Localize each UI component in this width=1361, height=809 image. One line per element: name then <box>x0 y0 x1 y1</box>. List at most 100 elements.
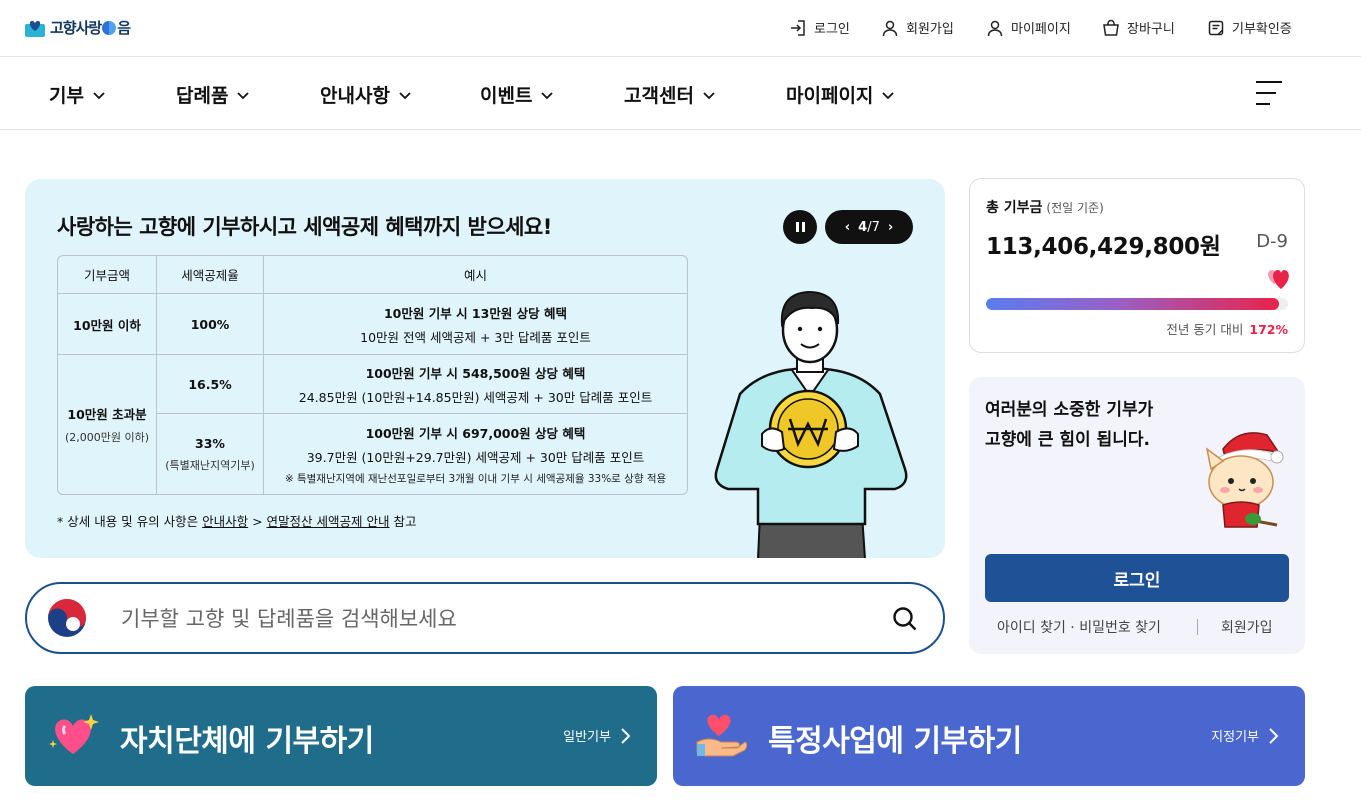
user-icon <box>987 20 1003 36</box>
rate-sub: (특별재난지역기부) <box>165 458 255 472</box>
tax-credit-table: 기부금액 세액공제율 예시 10만원 이하 100% 10만원 기부 시 13만… <box>57 255 688 495</box>
login-button[interactable]: 로그인 <box>985 554 1289 602</box>
nav-item-label: 고객센터 <box>624 85 694 107</box>
table-row: 10만원 초과분 (2,000만원 이하) 16.5% 100만원 기부 시 5… <box>58 355 687 494</box>
amount-sub: (2,000만원 이하) <box>64 431 150 444</box>
example-cell: 10만원 기부 시 13만원 상당 혜택 10만원 전액 세액공제 + 3만 답… <box>264 294 687 355</box>
util-mypage-link[interactable]: 마이페이지 <box>986 18 1071 37</box>
chevron-down-icon <box>237 91 250 99</box>
top-utility-bar: 고향사랑 음 로그인 회원가입 마이페이지 장바구니 기부확인증 <box>0 0 1361 57</box>
nav-item-mypage[interactable]: 마이페이지 <box>786 81 895 108</box>
tax-benefit-banner: 사랑하는 고향에 기부하시고 세액공제 혜택까지 받으세요! ‹ 4/7 › 기… <box>25 179 945 558</box>
nav-item-label: 기부 <box>49 85 84 107</box>
progress-fill <box>986 298 1279 310</box>
search-icon[interactable] <box>891 605 919 633</box>
hand-heart-icon <box>696 714 747 757</box>
action-title: 자치단체에 기부하기 <box>120 724 374 759</box>
rate-label: 33% <box>195 435 225 451</box>
example-cell: 100만원 기부 시 548,500원 상당 혜택 24.85만원 (10만원+… <box>264 355 687 414</box>
column-header: 기부금액 <box>58 256 157 294</box>
example-cell: 100만원 기부 시 697,000원 상당 혜택 39.7만원 (10만원+2… <box>264 414 687 494</box>
util-signup-label: 회원가입 <box>906 22 954 37</box>
sparkle-heart-icon <box>49 714 99 754</box>
nav-item-gifts[interactable]: 답례품 <box>176 81 250 108</box>
nav-item-label: 답례품 <box>176 85 229 107</box>
pager-total: /7 <box>867 219 880 235</box>
cart-icon <box>1103 19 1119 36</box>
chevron-right-icon <box>1269 727 1279 744</box>
nav-item-donate[interactable]: 기부 <box>49 81 106 108</box>
action-title: 특정사업에 기부하기 <box>768 724 1022 759</box>
util-mypage-label: 마이페이지 <box>1011 22 1071 37</box>
util-certificate-link[interactable]: 기부확인증 <box>1207 18 1292 37</box>
total-label: 총 기부금 (전일 기준) <box>986 200 1104 216</box>
util-certificate-label: 기부확인증 <box>1232 22 1292 37</box>
action-subtitle: 일반기부 <box>563 726 631 745</box>
chevron-down-icon <box>541 91 554 99</box>
example-note: ※ 특별재난지역에 재난선포일로부터 3개월 이내 기부 시 세액공제율 33%… <box>284 472 667 485</box>
example-detail: 39.7만원 (10만원+29.7만원) 세액공제 + 30만 답례품 포인트 <box>306 449 645 465</box>
login-message: 여러분의 소중한 기부가 고향에 큰 힘이 됩니다. <box>985 400 1154 450</box>
chevron-down-icon <box>703 91 715 99</box>
nav-item-guide[interactable]: 안내사항 <box>320 81 412 108</box>
total-amount: 113,406,429,800원 <box>986 234 1221 260</box>
amount-cell: 10만원 이하 <box>58 294 157 355</box>
chevron-down-icon <box>93 91 105 99</box>
example-headline: 10만원 기부 시 13만원 상당 혜택 <box>383 305 568 321</box>
taegeuk-logo-icon <box>48 599 86 637</box>
user-icon <box>882 20 898 36</box>
column-header: 세액공제율 <box>157 256 264 294</box>
prev-arrow-icon[interactable]: ‹ <box>845 220 850 235</box>
banner-title: 사랑하는 고향에 기부하시고 세액공제 혜택까지 받으세요! <box>57 215 552 239</box>
rate-cell: 33% (특별재난지역기부) <box>157 414 264 494</box>
rate-cell: 16.5% <box>157 355 264 414</box>
example-headline: 100만원 기부 시 548,500원 상당 혜택 <box>365 365 586 381</box>
banner-footnote: * 상세 내용 및 유의 사항은 안내사항 > 연말정산 세액공제 안내 참고 <box>57 514 417 529</box>
certificate-icon <box>1208 20 1224 35</box>
compare-value: 172% <box>1249 322 1288 337</box>
total-basis: (전일 기준) <box>1046 201 1104 215</box>
logo-circle-icon <box>102 20 117 35</box>
total-donation-card: 총 기부금 (전일 기준) 113,406,429,800원 D-9 전년 동기 … <box>969 178 1305 353</box>
find-id-password-link[interactable]: 아이디 찾기 · 비밀번호 찾기 <box>997 617 1161 637</box>
next-arrow-icon[interactable]: › <box>888 220 893 235</box>
column-header: 예시 <box>264 256 687 294</box>
chevron-down-icon <box>399 91 411 99</box>
util-cart-link[interactable]: 장바구니 <box>1102 18 1175 37</box>
nav-item-events[interactable]: 이벤트 <box>480 81 554 108</box>
hamburger-icon[interactable] <box>1256 79 1282 107</box>
pager-current: 4 <box>858 219 868 235</box>
chevron-down-icon <box>882 91 895 99</box>
nav-item-label: 이벤트 <box>480 85 533 107</box>
man-holding-coin-illustration <box>714 290 908 558</box>
tax-guide-link[interactable]: 연말정산 세액공제 안내 <box>267 514 390 529</box>
util-login-link[interactable]: 로그인 <box>789 18 850 37</box>
nav-item-label: 마이페이지 <box>786 85 874 107</box>
hearts-icon <box>1268 270 1289 289</box>
banner-pause-button[interactable] <box>783 210 817 244</box>
example-detail: 24.85만원 (10만원+14.85만원) 세액공제 + 30만 답례품 포인… <box>298 389 653 405</box>
donation-progress-bar <box>986 298 1288 310</box>
amount-label: 10만원 초과분 <box>67 407 147 422</box>
site-logo[interactable]: 고향사랑 음 <box>24 16 131 38</box>
login-card: 여러분의 소중한 기부가 고향에 큰 힘이 됩니다. 로그인 아이디 찾기 · … <box>969 377 1305 654</box>
link-divider <box>1197 619 1198 635</box>
nav-item-support[interactable]: 고객센터 <box>624 81 716 108</box>
table-row: 10만원 이하 100% 10만원 기부 시 13만원 상당 혜택 10만원 전… <box>58 294 687 355</box>
main-navigation: 기부 답례품 안내사항 이벤트 고객센터 마이페이지 <box>0 57 1361 130</box>
logo-text-suffix: 음 <box>117 18 131 37</box>
chevron-right-icon <box>621 727 631 744</box>
util-signup-link[interactable]: 회원가입 <box>881 18 954 37</box>
signup-link[interactable]: 회원가입 <box>1221 617 1273 637</box>
login-icon <box>791 19 805 36</box>
donate-to-local-government-button[interactable]: 자치단체에 기부하기 일반기부 <box>25 686 657 786</box>
donate-to-specific-project-button[interactable]: 특정사업에 기부하기 지정기부 <box>673 686 1305 786</box>
rate-cell: 100% <box>157 294 264 355</box>
d-day-counter: D-9 <box>1256 231 1288 252</box>
guide-link[interactable]: 안내사항 <box>202 514 248 529</box>
year-over-year-compare: 전년 동기 대비 172% <box>1166 322 1288 337</box>
table-header-row: 기부금액 세액공제율 예시 <box>58 256 687 294</box>
search-input[interactable] <box>121 602 861 636</box>
util-cart-label: 장바구니 <box>1127 22 1175 37</box>
pause-icon <box>795 222 799 232</box>
